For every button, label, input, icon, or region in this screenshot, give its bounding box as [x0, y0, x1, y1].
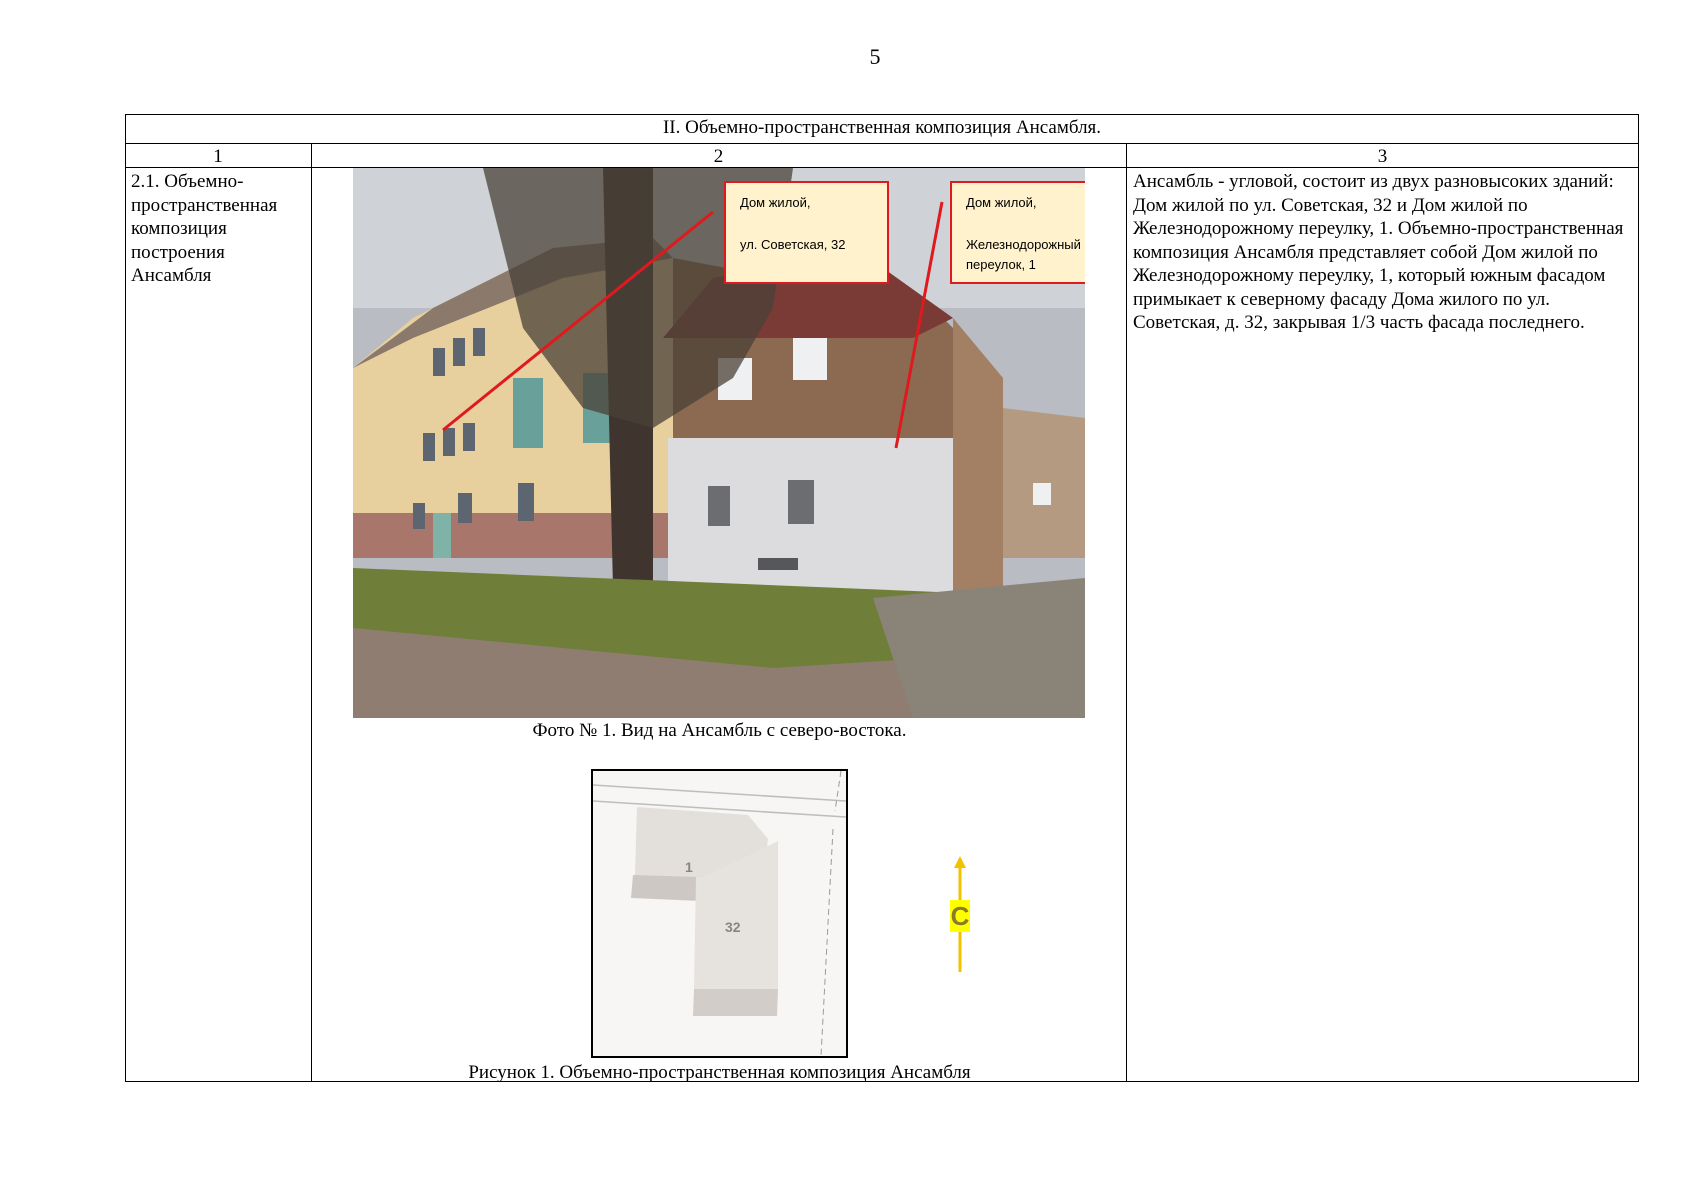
table-rule-header: [125, 143, 1639, 144]
item-description: Ансамбль - угловой, состоит из двух разн…: [1133, 171, 1624, 333]
building-label-32: 32: [725, 919, 741, 935]
north-letter: С: [950, 900, 970, 932]
north-arrow-icon: С: [930, 856, 990, 976]
building-label-1: 1: [685, 859, 693, 875]
ensemble-photo: Дом жилой, ул. Советская, 32 Дом жилой, …: [353, 168, 1085, 718]
figure-caption: Рисунок 1. Объемно-пространственная комп…: [468, 1062, 971, 1083]
column-header-2: 2: [713, 146, 724, 167]
column-header-1: 1: [213, 146, 223, 167]
column-divider-2: [1126, 143, 1127, 1082]
callout-zheleznodorozhny-1: Дом жилой, Железнодорожный переулок, 1: [950, 181, 1085, 284]
site-plan: 1 32: [591, 769, 848, 1058]
page-number: 5: [869, 44, 881, 69]
callout-zheleznodorozhny-line3: переулок, 1: [966, 257, 1036, 272]
callout-sovetskaya-32: Дом жилой, ул. Советская, 32: [724, 181, 889, 284]
callout-zheleznodorozhny-line1: Дом жилой,: [966, 195, 1037, 210]
site-plan-drawing: [593, 771, 846, 1056]
item-title: 2.1. Объемно-пространственная композиция…: [131, 171, 278, 286]
column-divider-1: [311, 143, 312, 1082]
column-header-3: 3: [1377, 146, 1388, 167]
callout-sovetskaya-line2: ул. Советская, 32: [740, 237, 846, 252]
photo-caption: Фото № 1. Вид на Ансамбль с северо-восто…: [532, 720, 907, 741]
callout-sovetskaya-line1: Дом жилой,: [740, 195, 811, 210]
section-title: II. Объемно-пространственная композиция …: [662, 117, 1102, 138]
callout-zheleznodorozhny-line2: Железнодорожный: [966, 237, 1081, 252]
